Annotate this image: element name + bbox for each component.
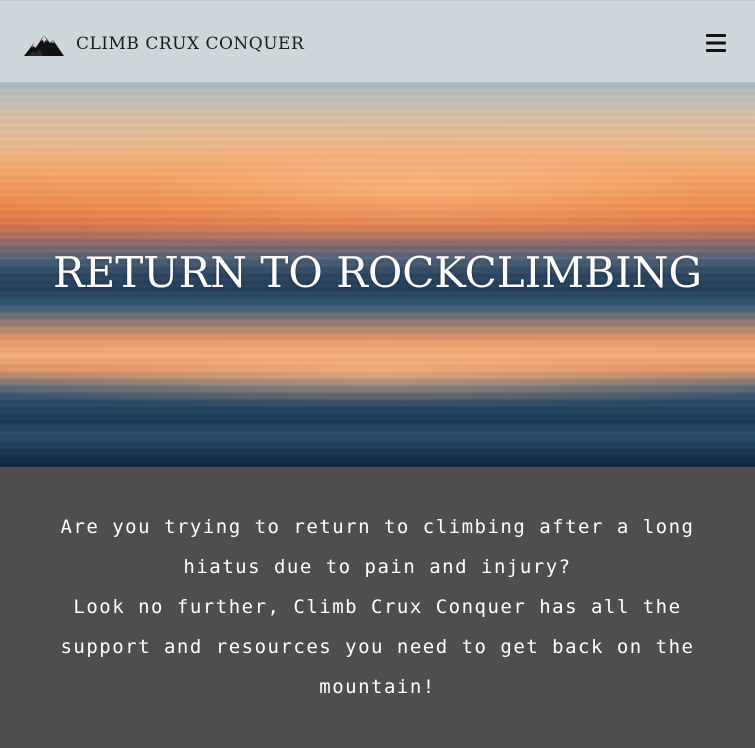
site-header: CLIMB CRUX CONQUER <box>0 0 755 82</box>
page: CLIMB CRUX CONQUER RETURN TO ROCKCLIMBIN… <box>0 0 755 748</box>
hamburger-menu-icon <box>706 34 726 52</box>
brand-home-link[interactable]: CLIMB CRUX CONQUER <box>24 31 304 57</box>
intro-line-pitch: Look no further, Climb Crux Conquer has … <box>60 596 695 698</box>
intro-line-question: Are you trying to return to climbing aft… <box>60 516 695 578</box>
hamburger-menu-button[interactable] <box>702 31 730 55</box>
mountain-icon <box>24 35 64 56</box>
hero-banner: RETURN TO ROCKCLIMBING <box>0 82 755 467</box>
intro-section: Are you trying to return to climbing aft… <box>0 467 755 748</box>
intro-text: Are you trying to return to climbing aft… <box>60 507 695 707</box>
brand-name: CLIMB CRUX CONQUER <box>76 34 305 54</box>
hero-title: RETURN TO ROCKCLIMBING <box>52 248 703 297</box>
